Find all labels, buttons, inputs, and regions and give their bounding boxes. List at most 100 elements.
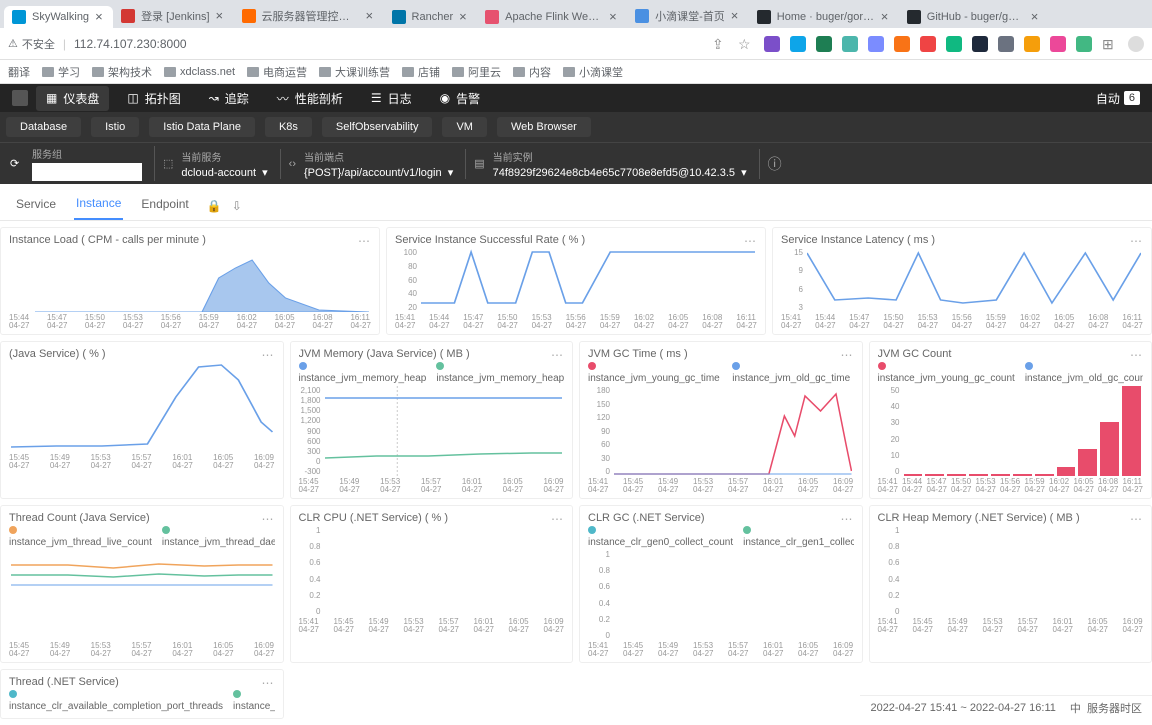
browser-tabs: SkyWalking× 登录 [Jenkins]× 云服务器管理控制台× Ran… [0, 0, 1152, 28]
browser-tab-ecs[interactable]: 云服务器管理控制台× [234, 4, 384, 28]
url-display[interactable]: 112.74.107.230:8000 [74, 37, 704, 51]
auto-refresh[interactable]: 自动6 [1096, 90, 1140, 107]
info-icon[interactable]: ⓘ [768, 154, 782, 174]
share-icon[interactable]: ⇪ [712, 36, 728, 52]
nav-alarm[interactable]: ◉告警 [430, 86, 491, 111]
more-icon[interactable]: ⋯ [841, 512, 854, 526]
subtab-endpoint[interactable]: Endpoint [139, 193, 190, 219]
bookmark-item[interactable]: xdclass.net [164, 66, 235, 78]
card-java-service-pct: (Java Service) ( % )⋯ 15:4504-2715:4904-… [0, 341, 284, 499]
refresh-icon[interactable]: ⟳ [10, 157, 24, 171]
current-endpoint-select[interactable]: {POST}/api/account/v1/login ▾ [304, 166, 453, 179]
bookmark-item[interactable]: 店铺 [402, 64, 440, 80]
lock-icon[interactable]: 🔒 [207, 199, 222, 213]
avatar-icon[interactable] [1128, 36, 1144, 52]
browser-tab-skywalking[interactable]: SkyWalking× [4, 6, 113, 28]
logo-icon [12, 90, 28, 106]
browser-tab-goreplay[interactable]: GitHub - buger/goreplay: G× [899, 6, 1049, 28]
bookmark-item[interactable]: 电商运营 [247, 64, 307, 80]
bookmark-item[interactable]: 翻译 [8, 64, 30, 80]
log-icon: ☰ [371, 91, 382, 105]
close-icon[interactable]: × [731, 11, 741, 21]
close-icon[interactable]: × [459, 12, 469, 22]
context-bar: ⟳ 服务组 ⬚ 当前服务dcloud-account ▾ ‹› 当前端点{POS… [0, 142, 1152, 184]
close-icon[interactable]: × [216, 11, 226, 21]
more-icon[interactable]: ⋯ [1130, 348, 1143, 362]
time-range[interactable]: 2022-04-27 15:41 ~ 2022-04-27 16:11 [870, 702, 1055, 714]
close-icon[interactable]: × [366, 11, 376, 21]
folder-icon [319, 67, 331, 77]
subnav: Database Istio Istio Data Plane K8s Self… [0, 112, 1152, 142]
card-instance-load: Instance Load ( CPM - calls per minute )… [0, 227, 380, 335]
current-service-select[interactable]: dcloud-account ▾ [181, 166, 267, 179]
nav-profile[interactable]: 〰性能剖析 [267, 86, 353, 111]
nav-dashboard[interactable]: ▦仪表盘 [36, 86, 109, 111]
close-icon[interactable]: × [609, 12, 619, 22]
browser-tab-rancher[interactable]: Rancher× [384, 6, 478, 28]
card-latency: Service Instance Latency ( ms )⋯ 15963 1… [772, 227, 1152, 335]
chart-icon: 〰 [277, 90, 289, 107]
more-icon[interactable]: ⋯ [262, 512, 275, 526]
more-icon[interactable]: ⋯ [262, 676, 275, 690]
browser-tab-flink[interactable]: Apache Flink Web Dashbo× [477, 6, 627, 28]
bookmark-item[interactable]: 阿里云 [452, 64, 501, 80]
nav-log[interactable]: ☰日志 [361, 86, 422, 111]
cube-icon: ⬚ [163, 157, 173, 170]
grid-icon: ▦ [46, 91, 57, 105]
subnav-k8s[interactable]: K8s [265, 117, 312, 137]
footer-bar: 2022-04-27 15:41 ~ 2022-04-27 16:11 中 服务… [860, 695, 1152, 720]
code-icon: ‹› [289, 158, 296, 170]
subnav-database[interactable]: Database [6, 117, 81, 137]
app-topnav: ▦仪表盘 ◫拓扑图 ↝追踪 〰性能剖析 ☰日志 ◉告警 自动6 [0, 84, 1152, 112]
download-icon[interactable]: ⇩ [232, 199, 242, 213]
subtab-instance[interactable]: Instance [74, 192, 123, 220]
more-icon[interactable]: ⋯ [841, 348, 854, 362]
browser-tab-goreplay-wiki[interactable]: Home · buger/goreplay Wi× [749, 6, 899, 28]
close-icon[interactable]: × [1031, 12, 1041, 22]
folder-icon [247, 67, 259, 77]
bookmark-item[interactable]: 大课训练营 [319, 64, 390, 80]
bookmark-item[interactable]: 架构技术 [92, 64, 152, 80]
nav-topology[interactable]: ◫拓扑图 [117, 86, 190, 111]
subnav-istio[interactable]: Istio [91, 117, 139, 137]
address-bar: ⚠ 不安全 | 112.74.107.230:8000 ⇪ ☆ ⊞ [0, 28, 1152, 60]
trace-icon: ↝ [209, 91, 219, 105]
subnav-istio-dataplane[interactable]: Istio Data Plane [149, 117, 255, 137]
folder-icon [452, 67, 464, 77]
close-icon[interactable]: × [95, 12, 105, 22]
bookmark-item[interactable]: 小滴课堂 [563, 64, 623, 80]
star-icon[interactable]: ☆ [738, 36, 754, 52]
extensions-icon[interactable]: ⊞ [1102, 36, 1118, 52]
subtab-service[interactable]: Service [14, 193, 58, 219]
nav-trace[interactable]: ↝追踪 [199, 86, 259, 111]
bookmark-item[interactable]: 学习 [42, 64, 80, 80]
dashboard: Instance Load ( CPM - calls per minute )… [0, 221, 1152, 725]
server-icon: ▤ [474, 157, 484, 170]
more-icon[interactable]: ⋯ [551, 512, 564, 526]
card-clr-cpu: CLR CPU (.NET Service) ( % )⋯ 10.80.60.4… [290, 505, 574, 663]
bookmark-item[interactable]: 内容 [513, 64, 551, 80]
close-icon[interactable]: × [881, 12, 891, 22]
more-icon[interactable]: ⋯ [551, 348, 564, 362]
folder-icon [42, 67, 54, 77]
more-icon[interactable]: ⋯ [744, 234, 757, 248]
alarm-icon: ◉ [440, 91, 450, 105]
card-clr-gc: CLR GC (.NET Service)⋯ instance_clr_gen0… [579, 505, 863, 663]
more-icon[interactable]: ⋯ [1130, 512, 1143, 526]
card-clr-heap: CLR Heap Memory (.NET Service) ( MB )⋯ 1… [869, 505, 1152, 663]
more-icon[interactable]: ⋯ [262, 348, 275, 362]
folder-icon [92, 67, 104, 77]
current-instance-select[interactable]: 74f8929f29624e8cb4e65c7708e8efd5@10.42.3… [493, 166, 747, 179]
subnav-selfobs[interactable]: SelfObservability [322, 117, 433, 137]
subnav-webbrowser[interactable]: Web Browser [497, 117, 591, 137]
more-icon[interactable]: ⋯ [1130, 234, 1143, 248]
folder-icon [402, 67, 414, 77]
browser-tab-jenkins[interactable]: 登录 [Jenkins]× [113, 4, 233, 28]
more-icon[interactable]: ⋯ [358, 234, 371, 248]
service-group-input[interactable] [32, 163, 142, 181]
folder-icon [563, 67, 575, 77]
browser-tab-xdclass[interactable]: 小滴课堂-首页× [627, 4, 749, 28]
subnav-vm[interactable]: VM [442, 117, 487, 137]
subtabs: Service Instance Endpoint 🔒 ⇩ [0, 184, 1152, 221]
card-jvm-gc-count: JVM GC Count⋯ instance_jvm_young_gc_coun… [869, 341, 1152, 499]
